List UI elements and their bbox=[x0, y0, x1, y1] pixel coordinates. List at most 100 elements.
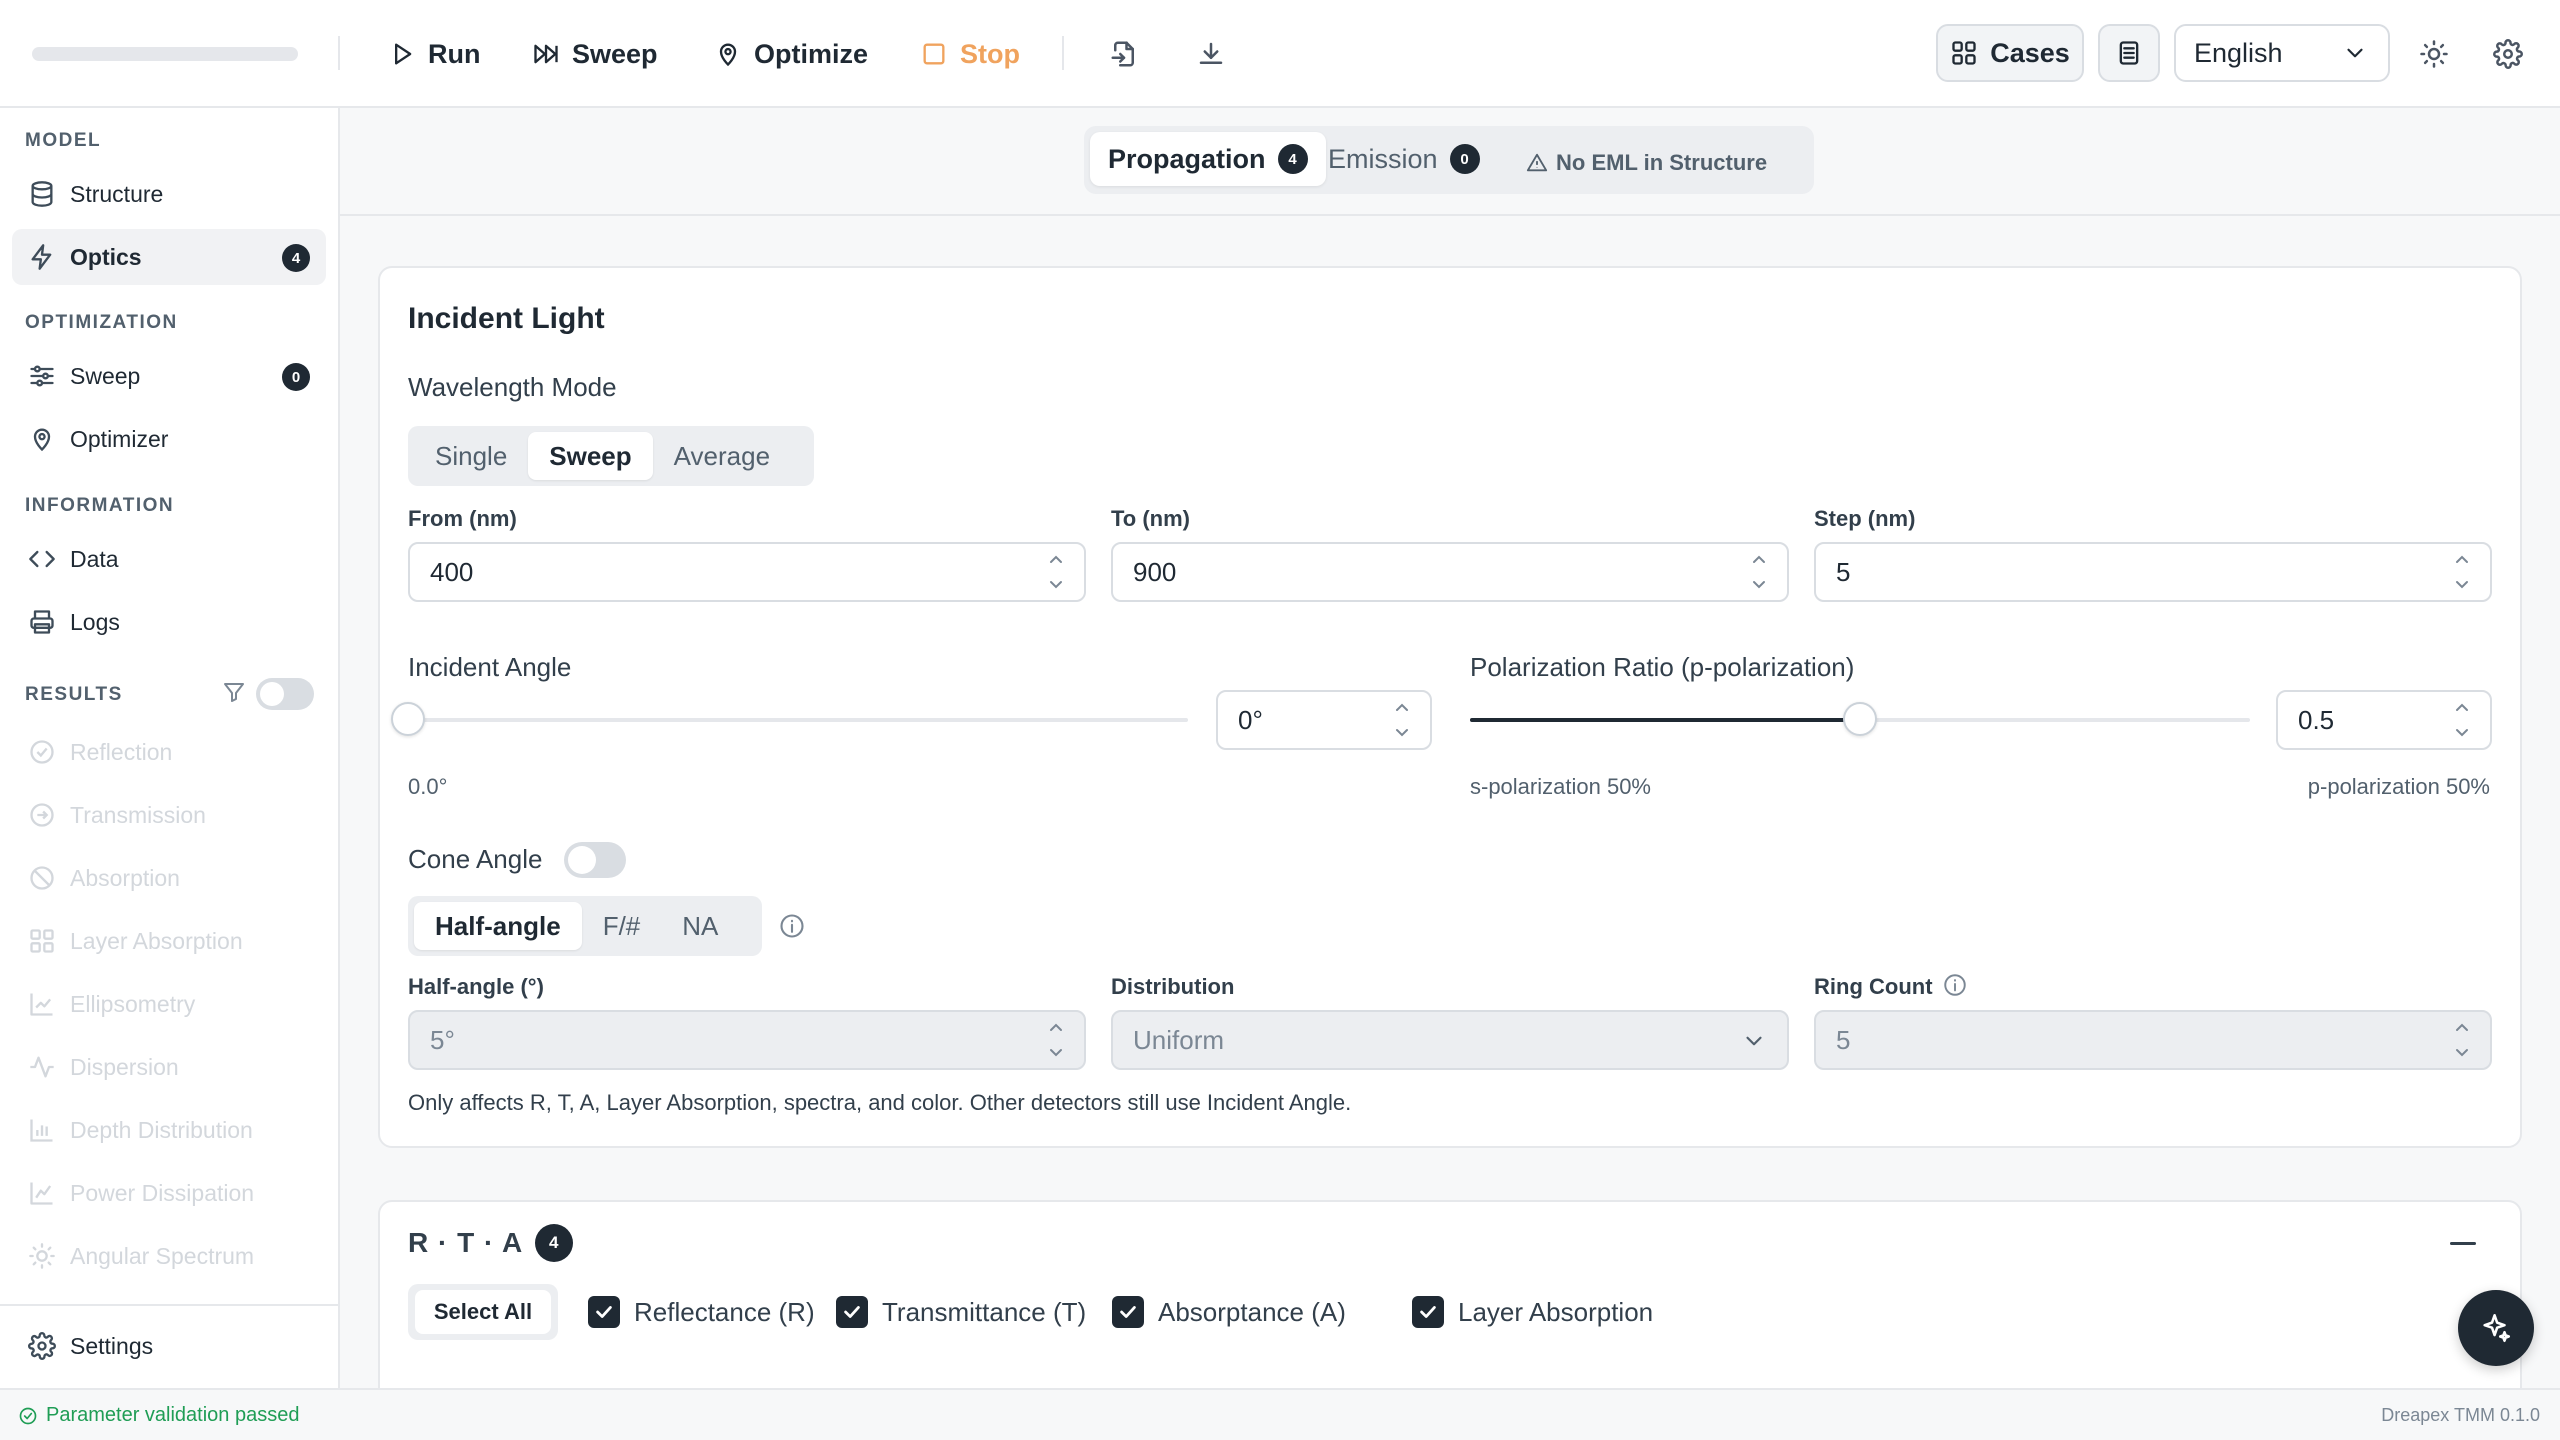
reflectance-checkbox[interactable]: Reflectance (R) bbox=[588, 1296, 815, 1328]
activity-icon bbox=[28, 1053, 56, 1081]
distribution-value: Uniform bbox=[1133, 1024, 1225, 1055]
cone-mode-na[interactable]: NA bbox=[661, 902, 739, 950]
sidebar-item-label: Structure bbox=[70, 180, 164, 207]
tab-label: Emission bbox=[1328, 143, 1438, 174]
number-stepper[interactable] bbox=[1046, 550, 1066, 594]
cone-mode-f-number[interactable]: F/# bbox=[582, 902, 662, 950]
checkbox-checked[interactable] bbox=[1112, 1296, 1144, 1328]
toolbar-divider bbox=[1062, 36, 1064, 70]
sidebar-item-label: Sweep bbox=[70, 362, 141, 389]
mode-single[interactable]: Single bbox=[414, 432, 528, 480]
section-optimization: OPTIMIZATION bbox=[25, 312, 178, 333]
language-select[interactable]: English bbox=[2174, 24, 2390, 82]
gear-icon bbox=[28, 1332, 56, 1360]
distribution-select[interactable]: Uniform bbox=[1111, 1010, 1789, 1070]
checkbox-checked[interactable] bbox=[588, 1296, 620, 1328]
mode-sweep[interactable]: Sweep bbox=[528, 432, 653, 480]
slider-thumb[interactable] bbox=[1843, 702, 1877, 736]
sidebar-item-settings[interactable]: Settings bbox=[12, 1318, 326, 1374]
from-input[interactable]: 400 bbox=[408, 542, 1086, 602]
app-version: Dreapex TMM 0.1.0 bbox=[2381, 1405, 2540, 1425]
theme-toggle-button[interactable] bbox=[2414, 34, 2454, 74]
results-toggle[interactable] bbox=[256, 678, 314, 710]
ai-assistant-button[interactable] bbox=[2458, 1290, 2534, 1366]
filter-icon[interactable] bbox=[222, 680, 246, 704]
sidebar-item-sweep[interactable]: Sweep 0 bbox=[12, 348, 326, 404]
document-icon bbox=[2115, 39, 2143, 67]
layer-absorption-checkbox[interactable]: Layer Absorption bbox=[1412, 1296, 1653, 1328]
run-button[interactable]: Run bbox=[388, 30, 480, 78]
sweep-button[interactable]: Sweep bbox=[532, 30, 658, 78]
wavelength-mode-switch: Single Sweep Average bbox=[408, 426, 814, 486]
file-import-icon bbox=[1109, 39, 1139, 69]
from-label: From (nm) bbox=[408, 506, 517, 531]
settings-button[interactable] bbox=[2488, 34, 2528, 74]
polarization-input[interactable]: 0.5 bbox=[2276, 690, 2492, 750]
optimize-button[interactable]: Optimize bbox=[714, 30, 868, 78]
card-title: Incident Light bbox=[408, 302, 605, 335]
cone-angle-label: Cone Angle bbox=[408, 844, 543, 874]
tab-label: Propagation bbox=[1108, 143, 1266, 174]
validation-status: Parameter validation passed bbox=[18, 1404, 299, 1427]
sidebar-item-optimizer[interactable]: Optimizer bbox=[12, 411, 326, 467]
sidebar-item-depth-distribution[interactable]: Depth Distribution bbox=[12, 1102, 326, 1158]
polarization-label: Polarization Ratio (p-polarization) bbox=[1470, 652, 1855, 682]
sidebar-item-label: Angular Spectrum bbox=[70, 1242, 255, 1269]
import-button[interactable] bbox=[1104, 34, 1144, 74]
sidebar-item-label: Absorption bbox=[70, 864, 180, 891]
mode-average[interactable]: Average bbox=[653, 432, 791, 480]
sidebar-item-layer-absorption[interactable]: Layer Absorption bbox=[12, 913, 326, 969]
select-all-button[interactable]: Select All bbox=[408, 1284, 558, 1340]
sidebar-item-power-dissipation[interactable]: Power Dissipation bbox=[12, 1165, 326, 1221]
polarization-slider[interactable] bbox=[1470, 702, 2250, 736]
chevron-down-icon bbox=[1741, 1028, 1767, 1054]
slider-thumb[interactable] bbox=[391, 702, 425, 736]
sidebar-item-transmission[interactable]: Transmission bbox=[12, 787, 326, 843]
sidebar-item-structure[interactable]: Structure bbox=[12, 166, 326, 222]
number-stepper[interactable] bbox=[1046, 1018, 1066, 1062]
step-input[interactable]: 5 bbox=[1814, 542, 2492, 602]
tab-bar: Propagation 4 Emission 0 No EML in Struc… bbox=[340, 108, 2560, 216]
sidebar-item-logs[interactable]: Logs bbox=[12, 594, 326, 650]
section-information: INFORMATION bbox=[25, 495, 175, 516]
location-pin-icon bbox=[28, 425, 56, 453]
incident-angle-value: 0° bbox=[1238, 704, 1263, 735]
to-input[interactable]: 900 bbox=[1111, 542, 1789, 602]
cone-angle-toggle[interactable] bbox=[564, 842, 626, 878]
absorptance-checkbox[interactable]: Absorptance (A) bbox=[1112, 1296, 1346, 1328]
number-stepper[interactable] bbox=[1392, 698, 1412, 742]
collapse-button[interactable] bbox=[2450, 1242, 2476, 1245]
info-icon[interactable] bbox=[1942, 972, 1968, 998]
sidebar-item-reflection[interactable]: Reflection bbox=[12, 724, 326, 780]
info-icon[interactable] bbox=[778, 912, 806, 940]
sidebar-item-ellipsometry[interactable]: Ellipsometry bbox=[12, 976, 326, 1032]
half-angle-input[interactable]: 5° bbox=[408, 1010, 1086, 1070]
sidebar-item-dispersion[interactable]: Dispersion bbox=[12, 1039, 326, 1095]
p-polarization-hint: p-polarization 50% bbox=[2307, 774, 2490, 799]
stop-button[interactable]: Stop bbox=[920, 30, 1020, 78]
incident-angle-input[interactable]: 0° bbox=[1216, 690, 1432, 750]
cases-button[interactable]: Cases bbox=[1936, 24, 2084, 82]
fast-forward-icon bbox=[532, 40, 560, 68]
checkbox-checked[interactable] bbox=[1412, 1296, 1444, 1328]
incident-angle-slider[interactable] bbox=[391, 702, 1188, 736]
sidebar-item-angular-spectrum[interactable]: Angular Spectrum bbox=[12, 1228, 326, 1284]
tab-propagation[interactable]: Propagation 4 bbox=[1090, 132, 1326, 186]
sidebar-item-optics[interactable]: Optics 4 bbox=[12, 229, 326, 285]
number-stepper[interactable] bbox=[2452, 698, 2472, 742]
checkbox-checked[interactable] bbox=[836, 1296, 868, 1328]
number-stepper[interactable] bbox=[2452, 1018, 2472, 1062]
sun-icon bbox=[28, 1242, 56, 1270]
notes-button[interactable] bbox=[2098, 24, 2160, 82]
emission-warning: No EML in Structure bbox=[1526, 150, 1767, 176]
tab-emission[interactable]: Emission 0 bbox=[1310, 132, 1498, 186]
number-stepper[interactable] bbox=[2452, 550, 2472, 594]
sidebar-item-absorption[interactable]: Absorption bbox=[12, 850, 326, 906]
number-stepper[interactable] bbox=[1749, 550, 1769, 594]
sidebar-item-data[interactable]: Data bbox=[12, 531, 326, 587]
download-button[interactable] bbox=[1191, 34, 1231, 74]
warning-text: No EML in Structure bbox=[1556, 150, 1768, 175]
cone-mode-half-angle[interactable]: Half-angle bbox=[414, 902, 582, 950]
transmittance-checkbox[interactable]: Transmittance (T) bbox=[836, 1296, 1086, 1328]
ring-count-input[interactable]: 5 bbox=[1814, 1010, 2492, 1070]
